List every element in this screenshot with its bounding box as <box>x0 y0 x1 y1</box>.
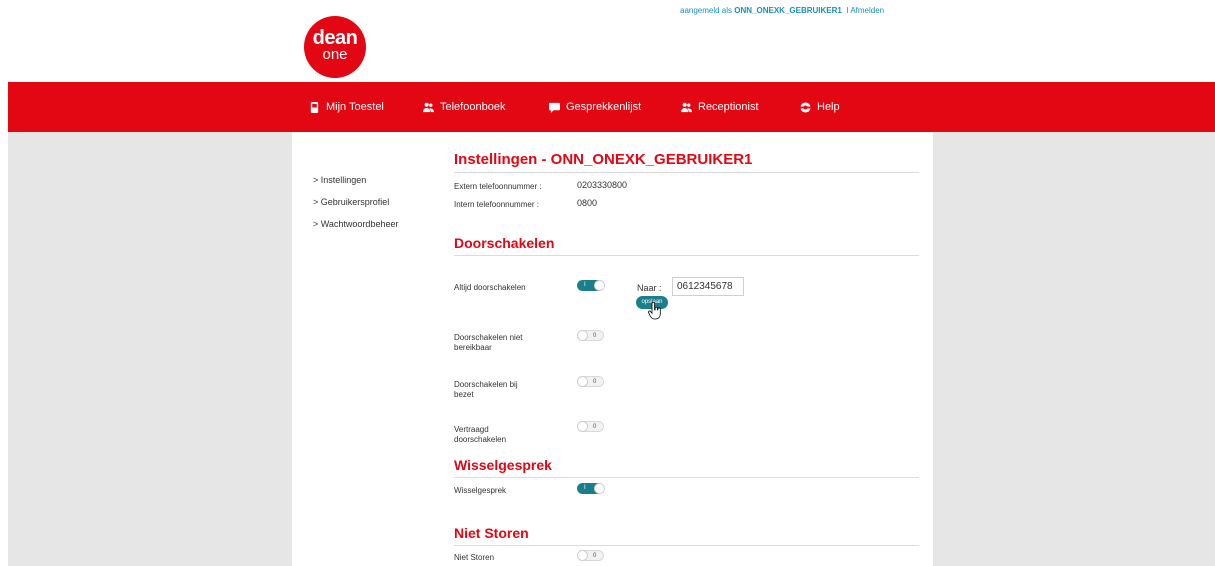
sidebar-item-instellingen[interactable]: > Instellingen <box>313 174 398 196</box>
wisselgesprek-toggle[interactable]: I <box>577 483 605 494</box>
divider <box>454 172 919 173</box>
nav-gesprekkenlijst[interactable]: Gesprekkenlijst <box>549 82 641 132</box>
nav-label: Telefoonboek <box>440 101 506 113</box>
toggle-state: I <box>584 485 586 491</box>
toggle-state: 0 <box>593 553 597 559</box>
sidebar-item-gebruikersprofiel[interactable]: > Gebruikersprofiel <box>313 196 398 218</box>
sidebar: > Instellingen > Gebruikersprofiel > Wac… <box>313 174 398 240</box>
toggle-state: 0 <box>593 379 597 385</box>
vertraagd-toggle[interactable]: 0 <box>577 421 604 432</box>
section-title-doorschakelen: Doorschakelen <box>454 235 555 251</box>
extern-number-value: 0203330800 <box>577 180 628 190</box>
bij-bezet-label: Doorschakelen bij bezet <box>454 380 518 399</box>
wisselgesprek-label: Wisselgesprek <box>454 486 507 495</box>
nav-label: Mijn Toestel <box>326 101 384 113</box>
niet-storen-label: Niet Storen <box>454 553 495 562</box>
nav-label: Receptionist <box>698 101 759 113</box>
hand-cursor-icon <box>648 302 661 320</box>
altijd-doorschakelen-label: Altijd doorschakelen <box>454 283 526 292</box>
lifebuoy-icon <box>800 101 811 113</box>
logout-link[interactable]: Afmelden <box>850 6 884 15</box>
sidebar-item-wachtwoordbeheer[interactable]: > Wachtwoordbeheer <box>313 218 398 240</box>
user-status: aangemeld als ONN_ONEXK_GEBRUIKER1 I Afm… <box>680 6 884 15</box>
intern-number-label: Intern telefoonnummer : <box>454 200 539 209</box>
niet-bereikbaar-toggle[interactable]: 0 <box>577 330 604 341</box>
logo-text-line1: dean <box>312 27 358 49</box>
toggle-knob <box>577 421 588 432</box>
section-title-niet-storen: Niet Storen <box>454 525 529 541</box>
logo-text-line2: one <box>322 46 348 63</box>
divider <box>454 255 919 256</box>
divider <box>454 477 919 478</box>
altijd-doorschakelen-toggle[interactable]: I <box>577 280 605 291</box>
nav-telefoonboek[interactable]: Telefoonboek <box>423 82 505 132</box>
main-nav: Mijn Toestel Telefoonboek Gesprekkenlijs… <box>8 82 1215 132</box>
top-header: dean one aangemeld als ONN_ONEXK_GEBRUIK… <box>0 0 1215 82</box>
separator: I <box>846 6 849 15</box>
vertraagd-label: Vertraagd doorschakelen <box>454 425 507 444</box>
toggle-knob <box>594 483 605 494</box>
toggle-state: 0 <box>593 333 597 339</box>
toggle-state: I <box>584 282 586 288</box>
toggle-knob <box>577 330 588 341</box>
contacts-icon <box>423 102 434 112</box>
toggle-knob <box>577 376 588 387</box>
naar-number-input[interactable] <box>672 277 744 296</box>
nav-receptionist[interactable]: Receptionist <box>681 82 759 132</box>
toggle-knob <box>594 280 605 291</box>
logged-in-prefix: aangemeld als <box>680 6 733 15</box>
toggle-knob <box>577 550 588 561</box>
niet-storen-toggle[interactable]: 0 <box>577 550 604 561</box>
intern-number-value: 0800 <box>577 198 598 208</box>
nav-help[interactable]: Help <box>800 82 840 132</box>
extern-number-label: Extern telefoonnummer : <box>454 182 542 191</box>
username: ONN_ONEXK_GEBRUIKER1 <box>734 6 842 15</box>
niet-bereikbaar-label: Doorschakelen niet bereikbaar <box>454 333 523 352</box>
nav-mijn-toestel[interactable]: Mijn Toestel <box>309 82 384 132</box>
phone-icon <box>310 101 319 113</box>
page-title: Instellingen - ONN_ONEXK_GEBRUIKER1 <box>454 151 753 168</box>
bij-bezet-toggle[interactable]: 0 <box>577 376 604 387</box>
receptionist-icon <box>681 102 692 112</box>
naar-label: Naar : <box>637 283 662 293</box>
section-title-wisselgesprek: Wisselgesprek <box>454 457 552 473</box>
divider <box>454 545 919 546</box>
dean-one-logo[interactable]: dean one <box>304 16 366 78</box>
toggle-state: 0 <box>593 424 597 430</box>
chat-bubble-icon <box>549 102 560 113</box>
nav-label: Gesprekkenlijst <box>566 101 642 113</box>
nav-label: Help <box>817 101 840 113</box>
